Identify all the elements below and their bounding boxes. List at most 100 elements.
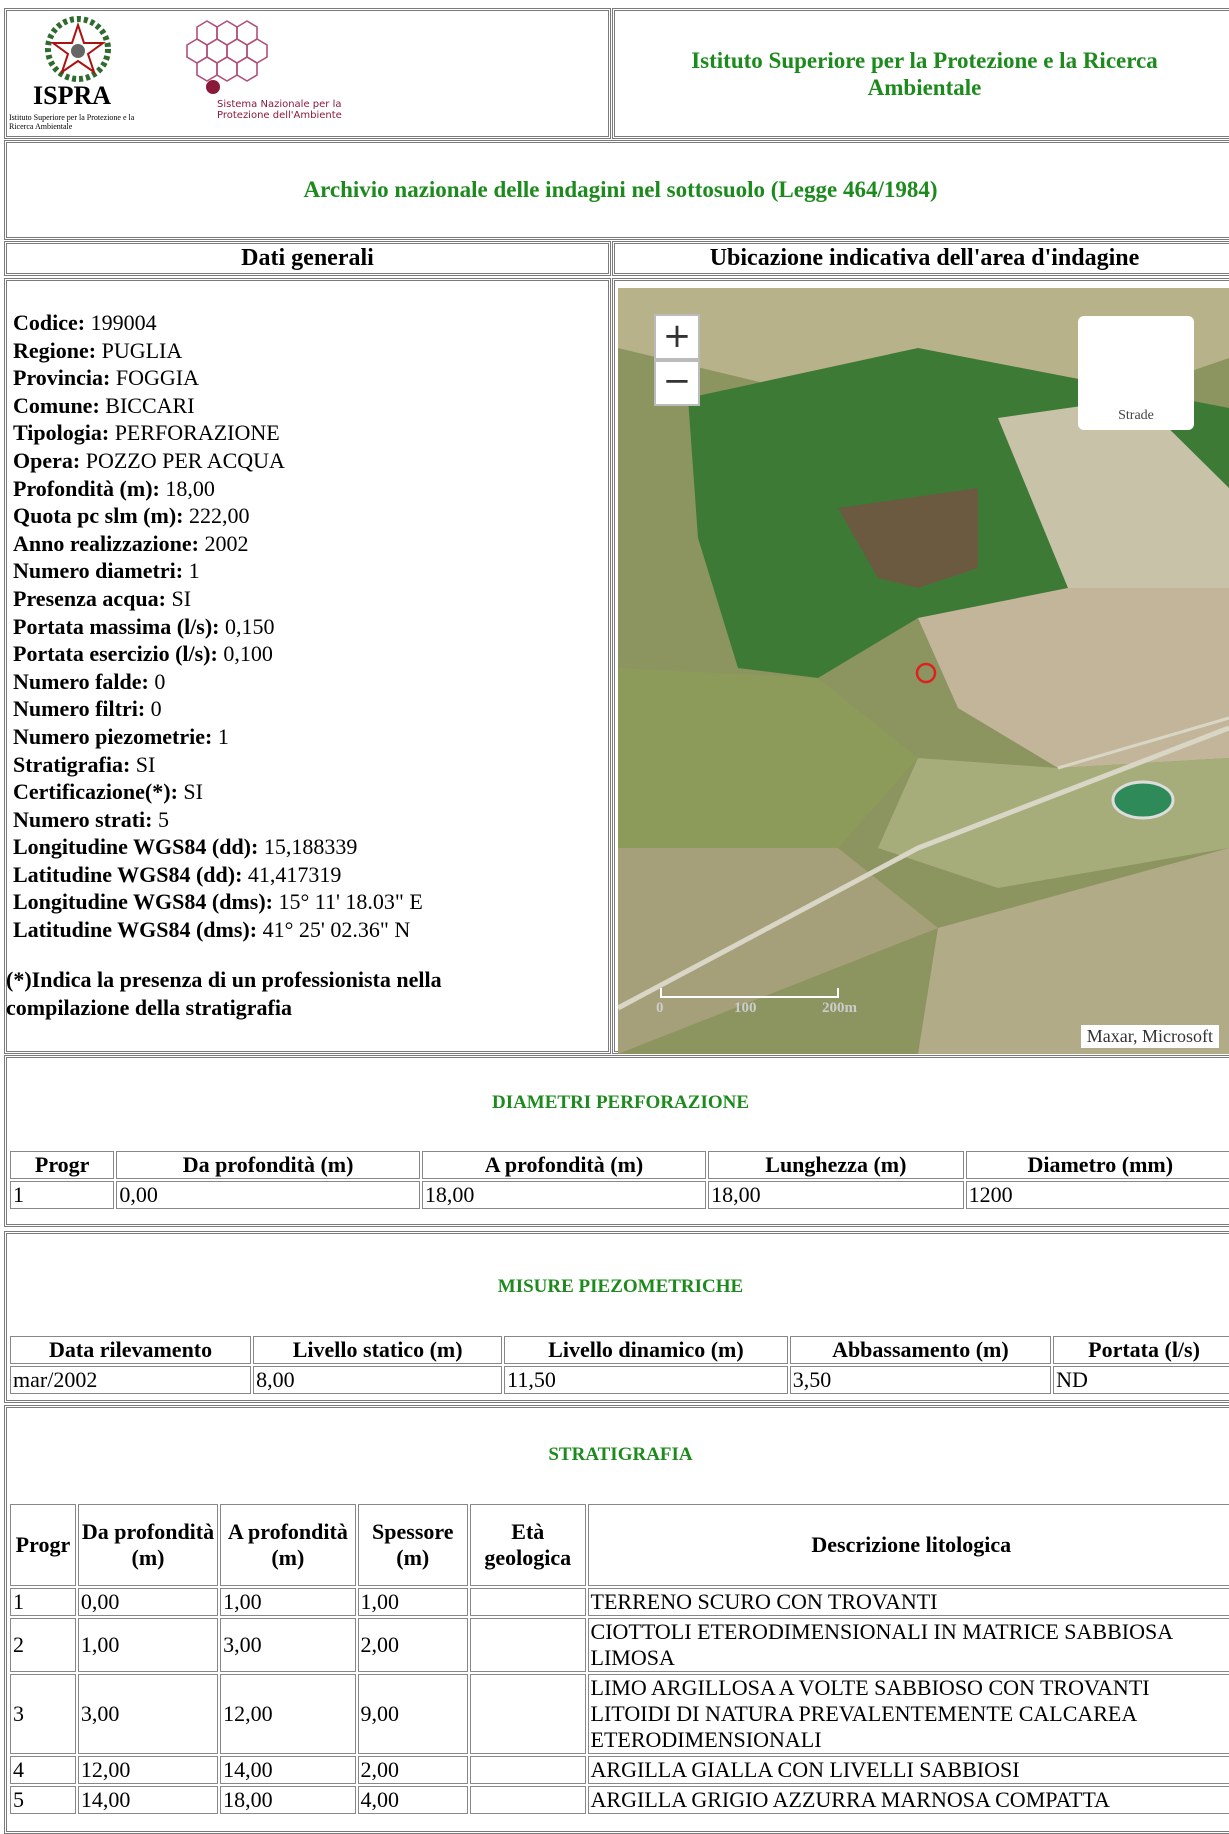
info-row: Regione: PUGLIA: [13, 337, 423, 365]
table-cell: 2,00: [357, 1756, 469, 1784]
info-value: 0: [150, 696, 162, 722]
institute-name: Istituto Superiore per la Protezione e l…: [691, 47, 1158, 100]
info-row: Tipologia: PERFORAZIONE: [13, 419, 423, 447]
table-cell: 1200: [965, 1181, 1229, 1209]
location-map[interactable]: + − Strade 0 100 200m Maxar, Microsoft: [618, 288, 1229, 1054]
info-value: 0: [154, 668, 166, 694]
table-cell: [470, 1786, 586, 1814]
table-cell: mar/2002: [10, 1366, 252, 1394]
table-header-row: Data rilevamento Livello statico (m) Livel…: [10, 1336, 1229, 1364]
info-label: Provincia:: [13, 365, 111, 391]
table-cell: 3,00: [220, 1618, 356, 1672]
column-header: Portata (l/s): [1053, 1336, 1229, 1364]
info-label: Longitudine WGS84 (dd):: [13, 834, 259, 860]
table-cell: 1: [10, 1588, 76, 1616]
table-cell: 11,50: [504, 1366, 788, 1394]
table-cell: [470, 1588, 586, 1616]
location-heading: Ubicazione indicativa dell'area d'indagi…: [612, 241, 1229, 276]
info-value: 222,00: [188, 503, 250, 529]
info-label: Stratigrafia:: [13, 751, 131, 777]
info-value: SI: [171, 585, 192, 611]
table-cell: 18,00: [708, 1181, 964, 1209]
info-row: Numero falde: 0: [13, 668, 423, 696]
layer-switcher-button[interactable]: Strade: [1078, 316, 1194, 430]
column-header: Descrizione litologica: [587, 1504, 1229, 1586]
zoom-out-button[interactable]: −: [654, 360, 700, 406]
map-attribution: Maxar, Microsoft: [1080, 1025, 1219, 1048]
table-cell: 9,00: [357, 1674, 469, 1754]
info-label: Numero falde:: [13, 668, 149, 694]
table-row: 3 3,00 12,00 9,00 LIMO ARGILLOSA A VOLTE SAB…: [10, 1674, 1229, 1754]
strati-table: Progr Da profondità (m) A profondità (m) Sp…: [8, 1502, 1229, 1816]
info-label: Numero strati:: [13, 806, 153, 832]
info-value: 0,100: [223, 641, 273, 667]
table-cell: ND: [1053, 1366, 1229, 1394]
column-header: Abbassamento (m): [789, 1336, 1052, 1364]
column-header: Da profondità (m): [77, 1504, 219, 1586]
table-cell: ARGILLA GRIGIO AZZURRA MARNOSA COMPATTA: [587, 1786, 1229, 1814]
certification-note: (*)Indica la presenza di un professionis…: [6, 967, 442, 1020]
snpa-hexagon-logo-icon: [186, 20, 268, 94]
column-header: Progr: [10, 1504, 76, 1586]
table-cell: 4: [10, 1756, 76, 1784]
info-row: Numero filtri: 0: [13, 695, 423, 723]
info-value: 15° 11' 18.03" E: [278, 889, 423, 915]
table-header-row: Progr Da profondità (m) A profondità (m) Lu…: [10, 1151, 1229, 1179]
column-header: Livello statico (m): [253, 1336, 503, 1364]
zoom-in-button[interactable]: +: [654, 314, 700, 360]
info-value: BICCARI: [105, 392, 195, 418]
column-header: Spessore (m): [357, 1504, 469, 1586]
strati-title: STRATIGRAFIA: [548, 1444, 693, 1465]
info-value: SI: [183, 779, 203, 805]
info-row: Latitudine WGS84 (dd): 41,417319: [13, 861, 423, 889]
info-row: Anno realizzazione: 2002: [13, 530, 423, 558]
table-cell: 4,00: [357, 1786, 469, 1814]
diametri-title: DIAMETRI PERFORAZIONE: [491, 1092, 750, 1113]
info-value: PERFORAZIONE: [114, 420, 280, 446]
info-label: Quota pc slm (m):: [13, 503, 184, 529]
info-value: PUGLIA: [101, 337, 183, 363]
table-cell: 18,00: [220, 1786, 356, 1814]
map-scale-bar: [660, 988, 839, 998]
info-row: Portata massima (l/s): 0,150: [13, 613, 423, 641]
table-row: 1 0,00 1,00 1,00 TERRENO SCURO CON TROVANTI: [10, 1588, 1229, 1616]
table-row: mar/2002 8,00 11,50 3,50 ND: [10, 1366, 1229, 1394]
column-header: Data rilevamento: [10, 1336, 252, 1364]
info-value: SI: [135, 751, 156, 777]
info-row: Latitudine WGS84 (dms): 41° 25' 02.36" N: [13, 916, 423, 944]
table-row: 4 12,00 14,00 2,00 ARGILLA GIALLA CON LIVELL…: [10, 1756, 1229, 1784]
info-label: Portata esercizio (l/s):: [13, 641, 218, 667]
info-row: Certificazione(*): SI: [13, 778, 423, 806]
logo-panel: ISPRA Istituto Superiore per la Protezio…: [4, 8, 611, 139]
info-value: 0,150: [225, 613, 275, 639]
info-row: Profondità (m): 18,00: [13, 475, 423, 503]
info-row: Provincia: FOGGIA: [13, 364, 423, 392]
table-cell: 1,00: [357, 1588, 469, 1616]
table-cell: 12,00: [77, 1756, 219, 1784]
general-data-heading: Dati generali: [4, 241, 611, 276]
info-row: Numero diametri: 1: [13, 557, 423, 585]
table-cell: 3: [10, 1674, 76, 1754]
info-row: Presenza acqua: SI: [13, 585, 423, 613]
piezo-title: MISURE PIEZOMETRICHE: [497, 1276, 744, 1297]
info-row: Longitudine WGS84 (dms): 15° 11' 18.03" …: [13, 888, 423, 916]
table-cell: CIOTTOLI ETERODIMENSIONALI IN MATRICE SA…: [587, 1618, 1229, 1672]
info-label: Regione:: [13, 337, 97, 363]
table-row: 1 0,00 18,00 18,00 1200: [10, 1181, 1229, 1209]
table-cell: [470, 1674, 586, 1754]
scale-label-0: 0: [656, 1000, 664, 1016]
info-label: Anno realizzazione:: [13, 530, 199, 556]
table-cell: 1: [10, 1181, 115, 1209]
info-label: Opera:: [13, 447, 81, 473]
general-data-panel: Codice: 199004 Regione: PUGLIA Provincia: …: [4, 278, 611, 1054]
column-header: Progr: [10, 1151, 115, 1179]
info-label: Latitudine WGS84 (dms):: [13, 917, 258, 943]
info-value: 1: [217, 723, 229, 749]
table-header-row: Progr Da profondità (m) A profondità (m) Sp…: [10, 1504, 1229, 1586]
info-value: POZZO PER ACQUA: [85, 447, 285, 473]
table-cell: LIMO ARGILLOSA A VOLTE SABBIOSO CON TROV…: [587, 1674, 1229, 1754]
column-header: Età geologica: [470, 1504, 586, 1586]
info-label: Numero filtri:: [13, 696, 146, 722]
table-cell: 1,00: [220, 1588, 356, 1616]
scale-label-100: 100: [734, 1000, 757, 1016]
